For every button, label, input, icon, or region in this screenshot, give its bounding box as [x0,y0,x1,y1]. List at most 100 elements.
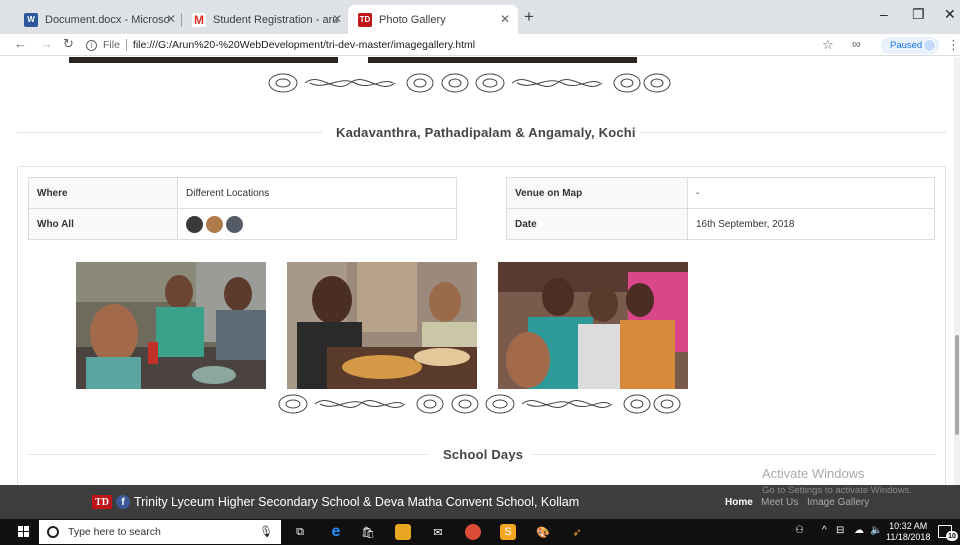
clock-time: 10:32 AM [889,521,928,531]
heading-rule-right [532,454,935,455]
ornamental-divider [278,394,681,414]
browser-tab-strip: W Document.docx - Microsoft Word ✕ M Stu… [0,0,960,34]
photo-group-dosa [287,262,477,389]
tab-word-document[interactable]: W Document.docx - Microsoft Word ✕ [14,5,184,34]
microphone-icon[interactable]: 🎙 [259,525,273,538]
activate-windows-title: Activate Windows [762,466,865,481]
close-window-icon[interactable]: ✕ [944,6,956,23]
network-icon[interactable]: ⊟ [836,525,844,536]
tab-title: Document.docx - Microsoft Word [45,13,170,26]
profile-paused-button[interactable]: Paused [881,37,939,54]
who-all-value [177,208,457,240]
gallery-photo-1[interactable] [76,262,266,389]
screen: W Document.docx - Microsoft Word ✕ M Stu… [0,0,960,545]
extension-infinity-icon[interactable]: ∞ [852,37,861,51]
close-tab-icon[interactable]: ✕ [332,12,342,26]
gallery-photo-2[interactable] [287,262,477,389]
photo-group-selfie [498,262,688,389]
table-row: Date 16th September, 2018 [506,208,935,240]
close-tab-icon[interactable]: ✕ [166,12,176,26]
chrome-icon[interactable] [465,524,481,540]
restore-icon[interactable]: ❐ [912,6,925,23]
word-icon: W [24,12,38,27]
tab-photo-gallery[interactable]: TD Photo Gallery ✕ [348,5,518,34]
windows-taskbar: Type here to search 🎙 ⧉ e 🛍 ✉ S 🎨 ➶ ⚇ ^ … [0,519,960,545]
venue-on-map-value[interactable]: - [687,177,935,209]
onedrive-icon[interactable]: ☁ [854,525,864,536]
volume-icon[interactable]: 🔈 [870,525,882,536]
taskbar-clock[interactable]: 10:32 AM 11/18/2018 [886,521,930,543]
section-heading-school-days: School Days [443,447,524,462]
previous-photo-edge [69,57,338,63]
activate-windows-subtitle: Go to Settings to activate Windows. [762,485,912,496]
search-placeholder: Type here to search [68,526,161,538]
task-view-icon[interactable]: ⧉ [292,524,308,540]
table-row: Venue on Map - [506,177,935,209]
venue-on-map-label: Venue on Map [506,177,688,209]
sublime-text-icon[interactable]: S [500,524,516,540]
clock-date: 11/18/2018 [886,532,931,542]
footer-nav-image-gallery[interactable]: Image Gallery [807,497,869,508]
notification-count-badge: 10 [946,531,958,541]
app-arrow-icon[interactable]: ➶ [569,524,585,540]
edge-icon[interactable]: e [328,523,344,540]
heading-rule-left [28,454,428,455]
footer-nav-home[interactable]: Home [725,497,753,508]
td-logo[interactable]: TD [92,495,112,509]
footer-title: Trinity Lyceum Higher Secondary School &… [134,495,580,509]
minimize-icon[interactable]: – [880,6,888,22]
paint-icon[interactable]: 🎨 [535,524,551,540]
details-table-right: Venue on Map - Date 16th September, 2018 [506,177,935,240]
bookmark-star-icon[interactable]: ☆ [822,37,834,53]
browser-toolbar: ← → ↻ i File file:///G:/Arun%20-%20WebDe… [0,34,960,56]
windows-start-icon[interactable] [18,526,30,538]
tab-student-registration[interactable]: M Student Registration - arunparel ✕ [182,5,350,34]
url-text[interactable]: file:///G:/Arun%20-%20WebDevelopment/tri… [133,39,475,51]
gallery-photo-3[interactable] [498,262,688,389]
details-table-left: Where Different Locations Who All [28,177,457,240]
where-value: Different Locations [177,177,457,209]
info-icon[interactable]: i [86,39,97,51]
avatar-group [186,215,456,233]
plus-icon[interactable]: + [524,7,534,27]
file-explorer-icon[interactable] [395,524,411,540]
who-all-label: Who All [28,208,178,240]
tray-chevron-icon[interactable]: ^ [822,525,827,536]
heading-rule-right [640,132,946,133]
url-scheme-label: File [103,39,120,51]
ornamental-divider [268,73,671,93]
where-label: Where [28,177,178,209]
previous-photo-edge [368,57,637,63]
tab-title: Student Registration - arunparel [213,13,338,26]
reload-icon[interactable]: ↻ [63,36,74,52]
avatar[interactable] [186,215,203,233]
avatar[interactable] [226,215,243,233]
facebook-icon[interactable]: f [116,495,130,509]
address-bar[interactable]: i File file:///G:/Arun%20-%20WebDevelopm… [86,35,836,55]
avatar[interactable] [206,215,223,233]
address-separator [125,39,127,51]
heading-rule-left [17,132,322,133]
section-heading-kochi: Kadavanthra, Pathadipalam & Angamaly, Ko… [336,125,636,140]
profile-avatar-icon [923,39,936,52]
photo-group-restaurant [76,262,266,389]
gmail-icon: M [192,12,206,27]
tab-title: Photo Gallery [379,13,446,26]
forward-arrow-icon[interactable]: → [40,36,53,51]
table-row: Where Different Locations [28,177,457,209]
close-tab-icon[interactable]: ✕ [500,12,510,26]
menu-kebab-icon[interactable]: ⋮ [947,37,960,53]
table-row: Who All [28,208,457,240]
cortana-icon [47,526,59,538]
page-content: Kadavanthra, Pathadipalam & Angamaly, Ko… [0,57,960,485]
taskbar-search-box[interactable]: Type here to search 🎙 [39,520,281,544]
people-icon[interactable]: ⚇ [795,525,804,536]
date-label: Date [506,208,688,240]
back-arrow-icon[interactable]: ← [14,36,27,51]
scrollbar-thumb[interactable] [955,335,959,435]
store-icon[interactable]: 🛍 [360,524,376,540]
mail-icon[interactable]: ✉ [430,524,446,540]
footer-nav-meet-us[interactable]: Meet Us [761,497,798,508]
profile-status-label: Paused [890,40,923,51]
date-value: 16th September, 2018 [687,208,935,240]
